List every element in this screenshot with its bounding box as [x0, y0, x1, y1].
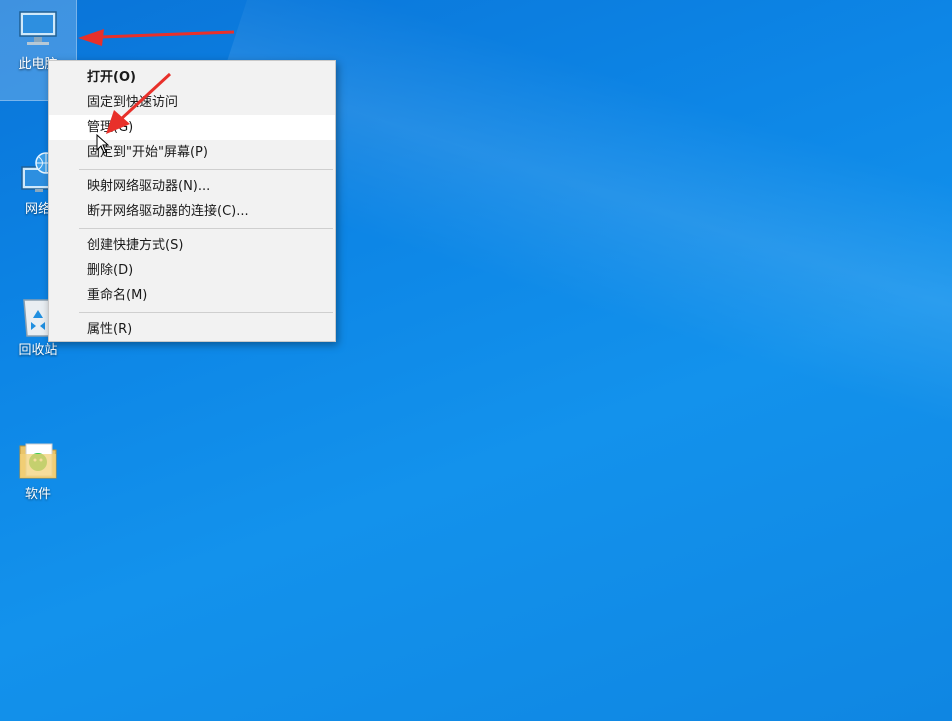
folder-icon: [19, 443, 57, 479]
desktop-icon-software-folder[interactable]: 软件: [0, 430, 76, 504]
menu-separator: [79, 228, 333, 229]
menu-item-rename[interactable]: 重命名(M): [49, 283, 335, 308]
computer-icon: [19, 11, 57, 45]
menu-separator: [79, 169, 333, 170]
menu-item-properties[interactable]: 属性(R): [49, 317, 335, 342]
menu-item-map-network-drive[interactable]: 映射网络驱动器(N)...: [49, 174, 335, 199]
context-menu: 打开(O) 固定到快速访问 管理(G) 固定到"开始"屏幕(P) 映射网络驱动器…: [48, 60, 336, 342]
menu-item-create-shortcut[interactable]: 创建快捷方式(S): [49, 233, 335, 258]
menu-item-disconnect-network-drive[interactable]: 断开网络驱动器的连接(C)...: [49, 199, 335, 224]
menu-separator: [79, 312, 333, 313]
menu-item-open[interactable]: 打开(O): [49, 65, 335, 90]
menu-item-manage[interactable]: 管理(G): [49, 115, 335, 140]
menu-item-pin-quick-access[interactable]: 固定到快速访问: [49, 90, 335, 115]
menu-item-delete[interactable]: 删除(D): [49, 258, 335, 283]
menu-item-pin-start[interactable]: 固定到"开始"屏幕(P): [49, 140, 335, 165]
desktop-icon-label: 回收站: [18, 343, 58, 358]
desktop-icon-label: 软件: [24, 487, 51, 502]
annotation-arrow-icon: [78, 29, 235, 46]
